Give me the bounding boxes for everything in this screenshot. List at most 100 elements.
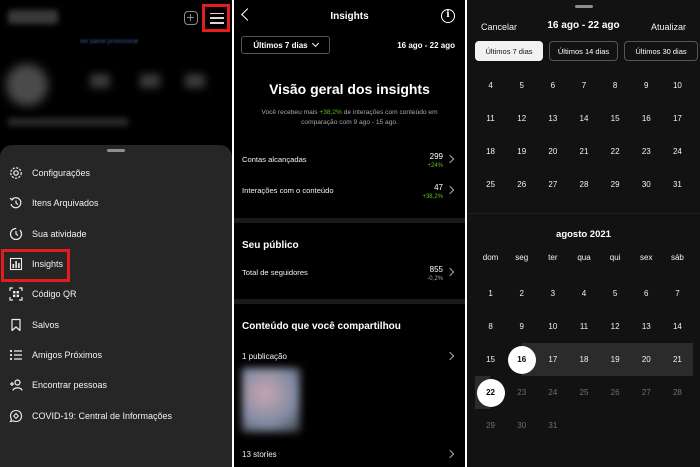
menu-item-archive[interactable]: Itens Arquivados: [0, 188, 232, 218]
date-range-dropdown[interactable]: Últimos 7 dias: [241, 36, 330, 54]
calendar-day[interactable]: 24: [662, 135, 693, 168]
activity-icon: [9, 227, 23, 241]
menu-item-close-friends[interactable]: Amigos Próximos: [0, 340, 232, 370]
calendar-day[interactable]: 30: [631, 168, 662, 201]
calendar-day[interactable]: 10: [662, 69, 693, 102]
menu-item-label: Encontrar pessoas: [32, 380, 108, 390]
close-friends-icon: [9, 348, 23, 362]
metric-label: Total de seguidores: [242, 268, 308, 277]
menu-item-activity[interactable]: Sua atividade: [0, 219, 232, 249]
sheet-handle[interactable]: [575, 5, 593, 8]
calendar-day[interactable]: 31: [537, 409, 568, 442]
calendar-day[interactable]: 29: [475, 409, 506, 442]
update-button[interactable]: Atualizar: [651, 22, 686, 32]
calendar-day[interactable]: 27: [537, 168, 568, 201]
calendar-day[interactable]: 21: [568, 135, 599, 168]
calendar-day[interactable]: 12: [600, 310, 631, 343]
calendar-day[interactable]: 8: [475, 310, 506, 343]
sheet-handle[interactable]: [107, 149, 125, 152]
chip-last-30-days[interactable]: Últimos 30 dias: [624, 41, 698, 61]
calendar-day[interactable]: 14: [568, 102, 599, 135]
calendar-day[interactable]: 9: [506, 310, 537, 343]
calendar-day[interactable]: 10: [537, 310, 568, 343]
date-range-text: 16 ago - 22 ago: [397, 41, 455, 50]
menu-item-settings[interactable]: Configurações: [0, 158, 232, 188]
cancel-button[interactable]: Cancelar: [481, 22, 517, 32]
calendar-day[interactable]: 28: [568, 168, 599, 201]
calendar-day[interactable]: 26: [600, 376, 631, 409]
calendar-day[interactable]: 31: [662, 168, 693, 201]
calendar-day[interactable]: 9: [631, 69, 662, 102]
calendar-day[interactable]: 18: [475, 135, 506, 168]
blurred-stat: [185, 74, 205, 88]
calendar-day[interactable]: 18: [568, 343, 600, 376]
calendar-day[interactable]: 7: [662, 277, 693, 310]
calendar-day[interactable]: 5: [506, 69, 537, 102]
current-month-grid: 1 2 3 4 5 6 7 8 9 10 11 12 13 14 15 16 17 18 19 20 21 22 23 24 2…: [475, 277, 693, 442]
calendar-day[interactable]: 15: [475, 343, 506, 376]
calendar-day[interactable]: 5: [600, 277, 631, 310]
calendar-day[interactable]: 30: [506, 409, 537, 442]
calendar-day[interactable]: 11: [568, 310, 599, 343]
calendar-day[interactable]: 25: [475, 168, 506, 201]
chip-last-7-days[interactable]: Últimos 7 dias: [475, 41, 543, 61]
calendar-day[interactable]: 1: [475, 277, 506, 310]
calendar-day[interactable]: 13: [537, 102, 568, 135]
calendar-day[interactable]: 24: [537, 376, 568, 409]
section-divider: [234, 299, 465, 304]
calendar-day[interactable]: 7: [568, 69, 599, 102]
calendar-day[interactable]: 28: [662, 376, 693, 409]
calendar-day[interactable]: 17: [537, 343, 569, 376]
menu-item-saved[interactable]: Salvos: [0, 310, 232, 340]
calendar-day[interactable]: 17: [662, 102, 693, 135]
menu-item-covid-info[interactable]: COVID-19: Central de Informações: [0, 401, 232, 431]
calendar-day[interactable]: 14: [662, 310, 693, 343]
calendar-day[interactable]: 26: [506, 168, 537, 201]
calendar-day[interactable]: 27: [631, 376, 662, 409]
calendar-day[interactable]: 29: [600, 168, 631, 201]
weekday-label: seg: [515, 253, 529, 262]
calendar-day[interactable]: 15: [600, 102, 631, 135]
calendar-day[interactable]: 19: [506, 135, 537, 168]
calendar-day[interactable]: 22: [600, 135, 631, 168]
calendar-day[interactable]: 2: [506, 277, 537, 310]
profile-panel: ver painel profissional Configurações It…: [0, 0, 232, 467]
calendar-day[interactable]: 23: [631, 135, 662, 168]
calendar-day[interactable]: 16: [631, 102, 662, 135]
date-picker-panel: 16 ago - 22 ago Cancelar Atualizar Últim…: [467, 0, 700, 467]
calendar-day[interactable]: 13: [631, 310, 662, 343]
add-icon: [184, 11, 198, 25]
calendar-day[interactable]: 3: [537, 277, 568, 310]
posts-label: 1 publicação: [242, 352, 287, 361]
metric-accounts-reached[interactable]: Contas alcançadas 299 +24%: [234, 151, 465, 179]
calendar-day[interactable]: 20: [630, 343, 662, 376]
menu-item-qr-code[interactable]: Código QR: [0, 279, 232, 309]
new-post-button[interactable]: [181, 8, 201, 28]
metric-followers[interactable]: Total de seguidores 855 -0,2%: [234, 264, 465, 292]
menu-item-label: Código QR: [32, 289, 77, 299]
info-icon[interactable]: i: [441, 9, 455, 23]
chevron-down-icon: [311, 39, 319, 48]
calendar-day[interactable]: 19: [599, 343, 631, 376]
calendar-day[interactable]: 4: [568, 277, 599, 310]
metric-delta: +38,2%: [422, 194, 443, 200]
calendar-day[interactable]: 6: [631, 277, 662, 310]
menu-item-discover-people[interactable]: Encontrar pessoas: [0, 370, 232, 400]
calendar-day[interactable]: 6: [537, 69, 568, 102]
calendar-day[interactable]: 23: [506, 376, 537, 409]
calendar-day[interactable]: 4: [475, 69, 506, 102]
calendar-day[interactable]: 20: [537, 135, 568, 168]
range-start-day[interactable]: 16: [506, 343, 538, 376]
calendar-day[interactable]: 11: [475, 102, 506, 135]
metric-content-interactions[interactable]: Interações com o conteúdo 47 +38,2%: [234, 182, 465, 210]
chip-last-14-days[interactable]: Últimos 14 dias: [549, 41, 618, 61]
calendar-day[interactable]: 8: [600, 69, 631, 102]
calendar-day[interactable]: 21: [661, 343, 693, 376]
stories-row[interactable]: 13 stories: [234, 446, 465, 467]
range-end-day[interactable]: 22: [475, 376, 507, 409]
calendar-day[interactable]: 25: [568, 376, 599, 409]
bookmark-icon: [9, 318, 23, 332]
calendar-day[interactable]: 12: [506, 102, 537, 135]
post-thumbnail[interactable]: [242, 368, 300, 432]
weekday-label: qua: [577, 253, 591, 262]
